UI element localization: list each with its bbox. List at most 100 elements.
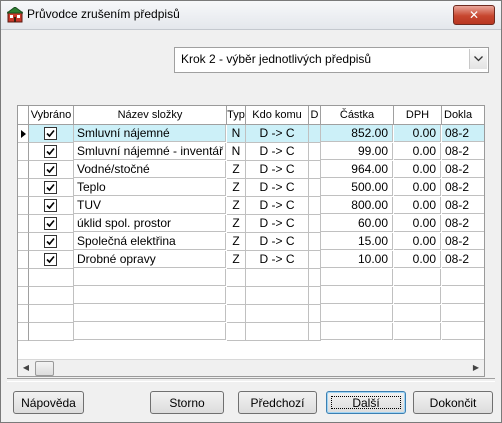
vybrano-cell[interactable] xyxy=(29,323,74,341)
cell-name: Společná elektřina xyxy=(74,233,226,250)
vybrano-cell[interactable] xyxy=(29,305,74,323)
cell-dph: 0.00 xyxy=(394,179,441,196)
row-checkbox[interactable] xyxy=(44,163,57,176)
cell-kdo-komu: D -> C xyxy=(246,197,309,215)
previous-button[interactable]: Předchozí xyxy=(238,391,317,414)
table-row[interactable]: úklid spol. prostor Z D -> C 60.00 0.00 08-2 xyxy=(18,215,484,233)
checkbox-check-icon xyxy=(46,201,55,210)
vybrano-cell[interactable] xyxy=(29,287,74,305)
cell-typ: Z xyxy=(227,233,246,251)
vybrano-cell[interactable] xyxy=(29,233,74,251)
table-row[interactable]: Smluvní nájemné - inventář N D -> C 99.00 0.… xyxy=(18,143,484,161)
cell-dph xyxy=(394,305,441,322)
horizontal-scrollbar[interactable]: ◀ ▶ xyxy=(18,359,484,376)
checkbox-check-icon xyxy=(46,147,55,156)
cell-doklad: 08-2 xyxy=(442,215,484,232)
row-indicator-cell xyxy=(18,161,29,179)
checkbox-check-icon xyxy=(46,183,55,192)
col-header-doklad[interactable]: Dokla xyxy=(442,106,484,124)
cell-typ: Z xyxy=(227,215,246,233)
row-indicator-cell xyxy=(18,269,29,287)
table-row[interactable]: Teplo Z D -> C 500.00 0.00 08-2 xyxy=(18,179,484,197)
scroll-left-icon[interactable]: ◀ xyxy=(18,360,34,376)
empty-row[interactable] xyxy=(18,287,484,305)
vybrano-cell[interactable] xyxy=(29,215,74,233)
chevron-down-icon[interactable] xyxy=(469,49,487,69)
vybrano-cell[interactable] xyxy=(29,161,74,179)
cell-dph: 0.00 xyxy=(394,233,441,250)
finish-button[interactable]: Dokončit xyxy=(413,391,493,414)
col-header-vybrano[interactable]: Vybráno xyxy=(29,106,74,124)
step-select[interactable]: Krok 2 - výběr jednotlivých předpisů xyxy=(174,47,489,73)
cell-castka: 99.00 xyxy=(321,143,393,160)
items-grid[interactable]: Vybráno Název složky Typ Kdo komu D Část… xyxy=(17,105,485,377)
cell-castka xyxy=(321,323,393,340)
empty-row[interactable] xyxy=(18,305,484,323)
empty-row[interactable] xyxy=(18,269,484,287)
close-icon: ✕ xyxy=(468,8,480,22)
scroll-right-icon[interactable]: ▶ xyxy=(468,360,484,376)
table-row[interactable]: TUV Z D -> C 800.00 0.00 08-2 xyxy=(18,197,484,215)
cell-d xyxy=(309,197,321,215)
cell-dph: 0.00 xyxy=(394,251,441,268)
table-row[interactable]: Drobné opravy Z D -> C 10.00 0.00 08-2 xyxy=(18,251,484,269)
cell-kdo-komu xyxy=(246,269,309,287)
row-indicator-cell xyxy=(18,287,29,305)
checkbox-check-icon xyxy=(46,129,55,138)
cell-kdo-komu: D -> C xyxy=(246,251,309,269)
row-checkbox[interactable] xyxy=(44,181,57,194)
grid-header: Vybráno Název složky Typ Kdo komu D Část… xyxy=(18,106,484,125)
cell-typ: Z xyxy=(227,161,246,179)
table-row[interactable]: Smluvní nájemné N D -> C 852.00 0.00 08-2 xyxy=(18,125,484,143)
cell-typ: Z xyxy=(227,251,246,269)
vybrano-cell[interactable] xyxy=(29,179,74,197)
cell-name: Drobné opravy xyxy=(74,251,226,268)
cell-castka: 60.00 xyxy=(321,215,393,232)
empty-row[interactable] xyxy=(18,323,484,341)
checkbox-check-icon xyxy=(46,237,55,246)
cell-name: Vodné/stočné xyxy=(74,161,226,178)
row-checkbox[interactable] xyxy=(44,127,57,140)
cell-kdo-komu: D -> C xyxy=(246,233,309,251)
cell-castka: 10.00 xyxy=(321,251,393,268)
checkbox-check-icon xyxy=(46,255,55,264)
cell-d xyxy=(309,269,321,287)
cell-doklad: 08-2 xyxy=(442,251,484,268)
col-header-typ[interactable]: Typ xyxy=(227,106,246,124)
scrollbar-thumb[interactable] xyxy=(35,361,54,376)
help-button[interactable]: Nápověda xyxy=(13,391,84,414)
cell-name xyxy=(74,305,226,322)
cancel-button[interactable]: Storno xyxy=(150,391,224,414)
table-row[interactable]: Vodné/stočné Z D -> C 964.00 0.00 08-2 xyxy=(18,161,484,179)
row-checkbox[interactable] xyxy=(44,235,57,248)
row-indicator-cell xyxy=(18,179,29,197)
cell-kdo-komu: D -> C xyxy=(246,125,309,143)
cell-d xyxy=(309,323,321,341)
close-button[interactable]: ✕ xyxy=(453,5,495,25)
row-indicator-cell xyxy=(18,305,29,323)
next-button[interactable]: Další xyxy=(326,391,406,414)
row-checkbox[interactable] xyxy=(44,217,57,230)
row-checkbox[interactable] xyxy=(44,145,57,158)
vybrano-cell[interactable] xyxy=(29,251,74,269)
cell-name xyxy=(74,323,226,340)
row-checkbox[interactable] xyxy=(44,199,57,212)
col-header-dph[interactable]: DPH xyxy=(394,106,442,124)
cell-castka: 852.00 xyxy=(321,125,393,142)
cell-name: TUV xyxy=(74,197,226,214)
vybrano-cell[interactable] xyxy=(29,269,74,287)
row-checkbox[interactable] xyxy=(44,253,57,266)
cell-typ: Z xyxy=(227,179,246,197)
cell-kdo-komu xyxy=(246,323,309,341)
cell-doklad xyxy=(442,305,484,322)
col-header-castka[interactable]: Částka xyxy=(321,106,394,124)
col-header-d[interactable]: D xyxy=(309,106,321,124)
vybrano-cell[interactable] xyxy=(29,125,74,143)
cell-dph: 0.00 xyxy=(394,143,441,160)
table-row[interactable]: Společná elektřina Z D -> C 15.00 0.00 08-2 xyxy=(18,233,484,251)
col-header-kdo-komu[interactable]: Kdo komu xyxy=(246,106,309,124)
cell-doklad xyxy=(442,269,484,286)
vybrano-cell[interactable] xyxy=(29,197,74,215)
vybrano-cell[interactable] xyxy=(29,143,74,161)
col-header-nazev[interactable]: Název složky xyxy=(74,106,227,124)
